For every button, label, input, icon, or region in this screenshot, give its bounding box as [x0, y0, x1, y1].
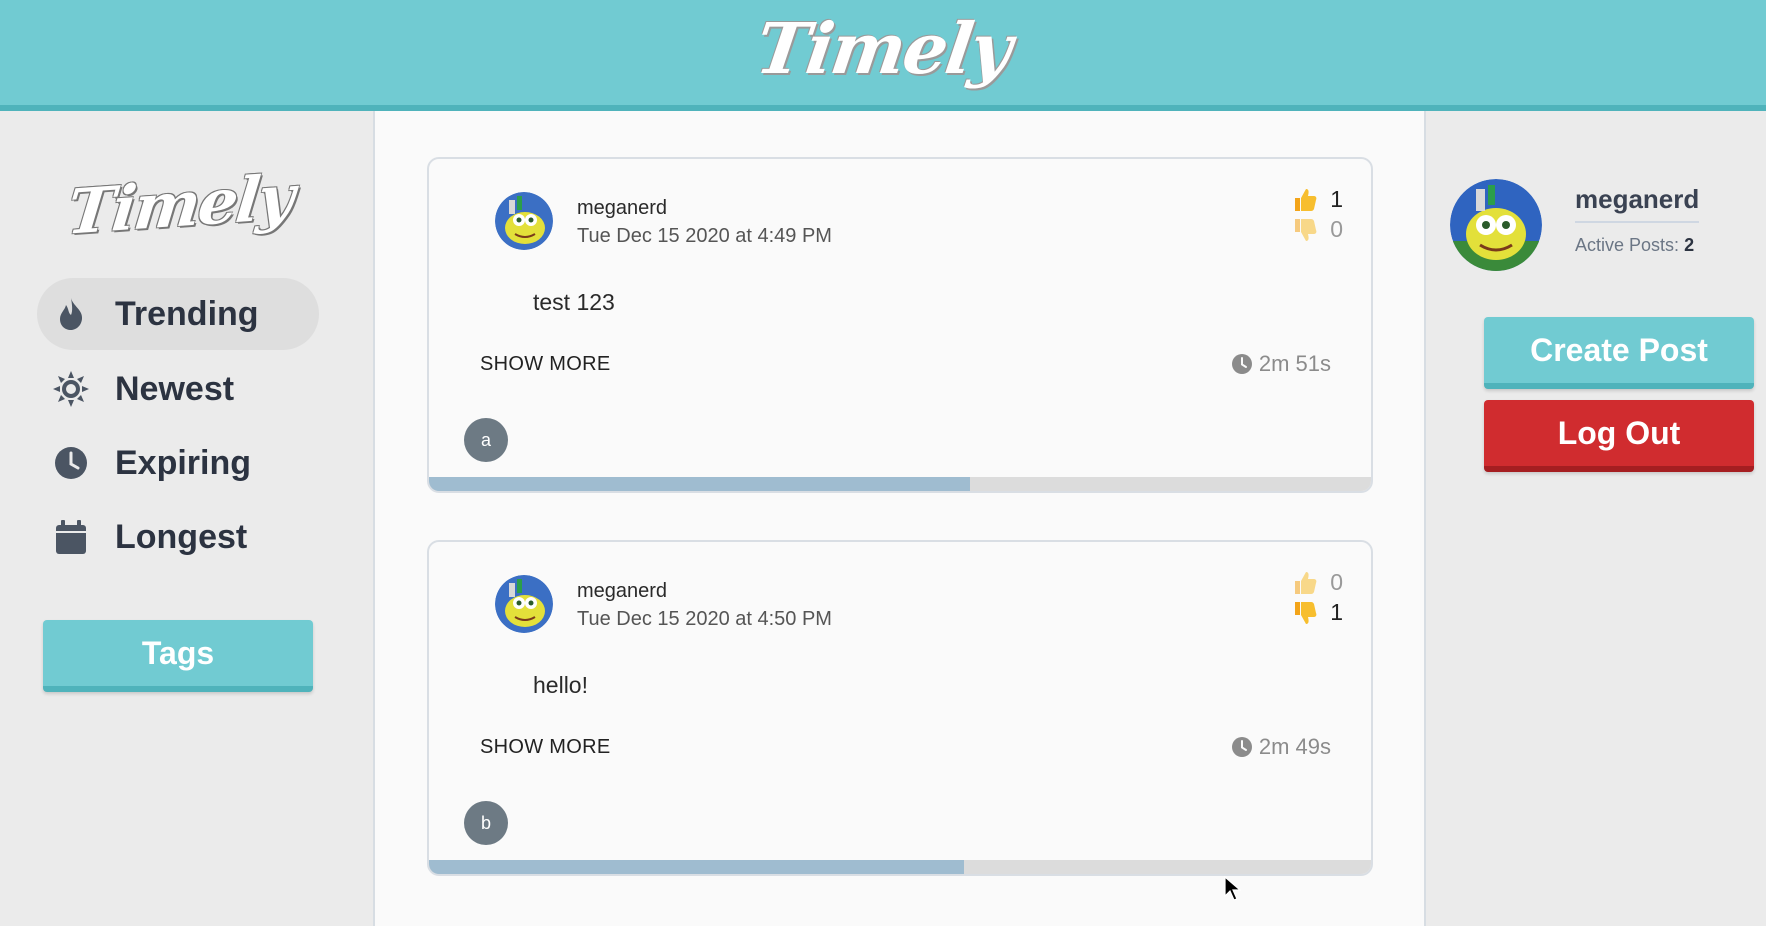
mouse-cursor-icon — [1224, 876, 1242, 901]
dislike-button[interactable]: 1 — [1292, 599, 1343, 626]
like-count: 0 — [1330, 569, 1343, 595]
tags-button[interactable]: Tags — [43, 620, 313, 692]
clock-icon — [1231, 737, 1252, 757]
header-logo[interactable]: Timely — [751, 7, 1015, 90]
show-more-button[interactable]: SHOW MORE — [480, 736, 610, 759]
post-card: meganerd Tue Dec 15 2020 at 4:50 PM 0 1 … — [427, 540, 1373, 876]
profile-username[interactable]: meganerd — [1575, 184, 1700, 223]
thumbs-up-icon — [1295, 188, 1317, 211]
post-timer: 2m 49s — [1231, 734, 1331, 760]
like-button[interactable]: 1 — [1292, 186, 1343, 213]
post-username[interactable]: meganerd — [577, 197, 667, 220]
sun-icon — [51, 369, 91, 409]
post-content: hello! — [533, 672, 588, 698]
expiry-progress-bar — [429, 477, 1371, 491]
nav-label-longest: Longest — [115, 517, 248, 556]
dislike-button[interactable]: 0 — [1292, 216, 1343, 243]
nav-label-newest: Newest — [115, 369, 235, 408]
nav-label-trending: Trending — [115, 294, 259, 333]
calendar-icon — [51, 517, 91, 557]
post-timestamp: Tue Dec 15 2020 at 4:49 PM — [577, 225, 832, 247]
progress-fill — [429, 860, 965, 874]
create-post-button[interactable]: Create Post — [1484, 317, 1754, 389]
profile-avatar[interactable] — [1450, 179, 1542, 271]
sidebar-logo[interactable]: Timely — [64, 159, 296, 249]
tag-chip[interactable]: b — [464, 801, 508, 845]
sidebar-logo-text: Timely — [63, 159, 297, 249]
active-posts-label: Active Posts: — [1575, 235, 1680, 255]
timer-text: 2m 51s — [1258, 351, 1331, 376]
nav-item-longest[interactable]: Longest — [37, 501, 319, 573]
like-count: 1 — [1330, 186, 1343, 212]
nav-item-trending[interactable]: Trending — [37, 278, 319, 350]
user-avatar[interactable] — [495, 575, 553, 633]
post-card: meganerd Tue Dec 15 2020 at 4:49 PM 1 0 … — [427, 157, 1373, 493]
dislike-count: 0 — [1330, 216, 1343, 242]
dislike-count: 1 — [1330, 599, 1343, 625]
nav-item-expiring[interactable]: Expiring — [37, 427, 319, 499]
post-timestamp: Tue Dec 15 2020 at 4:50 PM — [577, 608, 832, 630]
post-username[interactable]: meganerd — [577, 580, 667, 603]
clock-icon — [1231, 354, 1252, 374]
timer-text: 2m 49s — [1258, 734, 1331, 759]
post-content: test 123 — [533, 289, 615, 315]
active-posts: Active Posts: 2 — [1575, 235, 1694, 256]
nav-item-newest[interactable]: Newest — [37, 353, 319, 425]
like-button[interactable]: 0 — [1292, 569, 1343, 596]
right-sidebar: meganerd Active Posts: 2 Create Post Log… — [1426, 111, 1766, 926]
user-avatar[interactable] — [495, 192, 553, 250]
clock-icon — [51, 443, 91, 483]
thumbs-up-icon — [1295, 571, 1317, 594]
expiry-progress-bar — [429, 860, 1371, 874]
left-sidebar: Timely Trending Newest Expiring Longest … — [0, 111, 373, 926]
active-posts-count: 2 — [1684, 235, 1695, 255]
window-edge — [1766, 0, 1774, 926]
logout-button[interactable]: Log Out — [1484, 400, 1754, 472]
show-more-button[interactable]: SHOW MORE — [480, 353, 610, 376]
thumbs-down-icon — [1295, 601, 1317, 624]
thumbs-down-icon — [1295, 218, 1317, 241]
post-timer: 2m 51s — [1231, 351, 1331, 377]
nav-label-expiring: Expiring — [115, 443, 252, 482]
tag-chip[interactable]: a — [464, 418, 508, 462]
top-header: Timely — [0, 0, 1766, 111]
post-feed[interactable]: meganerd Tue Dec 15 2020 at 4:49 PM 1 0 … — [373, 111, 1426, 926]
progress-fill — [429, 477, 970, 491]
fire-icon — [51, 294, 91, 334]
